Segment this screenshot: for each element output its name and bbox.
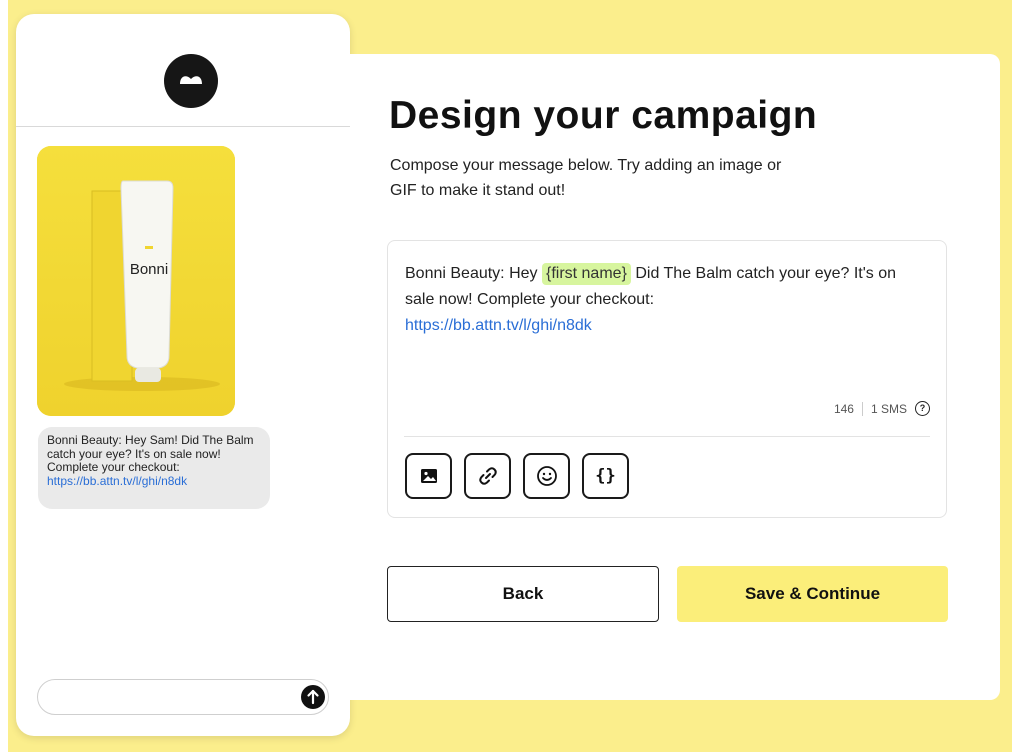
insert-emoji-button[interactable] [523,453,570,499]
image-icon [420,469,437,483]
sms-preview-link[interactable]: https://bb.attn.tv/l/ghi/n8dk [47,474,187,488]
page-subtitle: Compose your message below. Try adding a… [390,153,870,203]
send-button[interactable] [301,685,325,709]
link-icon [478,467,497,485]
product-brand-text: Bonni [130,261,168,278]
composer-text[interactable]: Bonni Beauty: Hey {first name} Did The B… [405,261,925,339]
subtitle-line-1: Compose your message below. Try adding a… [390,157,782,174]
help-icon[interactable]: ? [915,401,930,416]
counter-divider [861,401,863,416]
emoji-icon [536,466,557,486]
sms-count: 1 SMS [870,401,907,416]
message-input[interactable] [37,679,329,715]
composer-toolbar: {} [405,453,629,499]
save-continue-button[interactable]: Save & Continue [677,566,948,622]
insert-variable-button[interactable]: {} [582,453,629,499]
back-button[interactable]: Back [387,566,659,622]
subtitle-line-2: GIF to make it stand out! [390,182,566,199]
char-count: 146 [833,401,854,416]
sms-preview-text: Bonni Beauty: Hey Sam! Did The Balm catc… [47,433,254,474]
message-composer[interactable]: Bonni Beauty: Hey {first name} Did The B… [387,240,947,518]
brand-logo-icon [164,54,218,108]
composer-divider [404,436,930,437]
product-image: Bonni [37,146,235,416]
phone-preview: Bonni Bonni Beauty: Hey Sam! Did The Bal… [16,14,350,736]
composer-text-before: Bonni Beauty: Hey [405,265,542,282]
insert-image-button[interactable] [405,453,452,499]
character-counter: 146 1 SMS ? [834,401,930,416]
first-name-token[interactable]: {first name} [541,263,631,285]
composer-link[interactable]: https://bb.attn.tv/l/ghi/n8dk [405,317,592,334]
arrow-up-icon [307,689,319,705]
braces-icon: {} [595,466,616,486]
insert-link-button[interactable] [464,453,511,499]
campaign-card: Design your campaign Compose your messag… [350,54,1000,700]
phone-header [16,14,350,127]
page-title: Design your campaign [389,94,818,137]
sms-preview-bubble: Bonni Beauty: Hey Sam! Did The Balm catc… [38,427,270,509]
